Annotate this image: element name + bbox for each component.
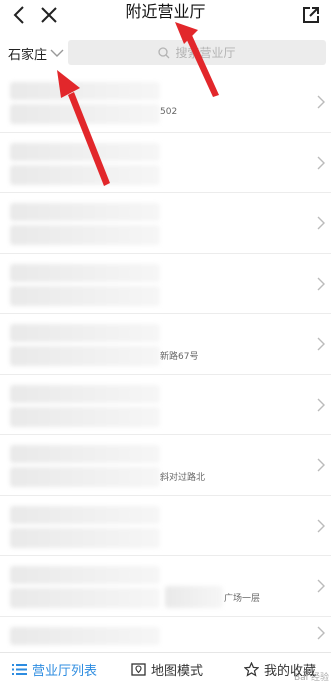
list-item[interactable] — [0, 193, 331, 254]
chevron-right-icon — [317, 518, 327, 534]
list-item[interactable]: 斜对过路北 — [0, 435, 331, 496]
search-placeholder: 搜索营业厅 — [175, 46, 236, 60]
chevron-right-icon — [317, 336, 327, 352]
blurred-name — [10, 324, 160, 342]
bottom-tab-bar: 营业厅列表 地图模式 我的收藏 — [0, 652, 331, 685]
blurred-name — [10, 142, 160, 161]
blurred-address — [10, 346, 160, 366]
address-fragment: 广场一层 — [224, 594, 261, 604]
list-item[interactable]: 502 — [0, 72, 331, 133]
blurred-address — [10, 527, 160, 548]
list-item[interactable]: 广场一层 — [0, 556, 331, 617]
list-icon — [12, 663, 27, 676]
chevron-right-icon — [317, 457, 327, 473]
blurred-name — [10, 626, 160, 645]
tab-map-mode[interactable]: 地图模式 — [131, 653, 203, 685]
search-row: 石家庄 搜索营业厅 — [0, 36, 331, 70]
page-title: 附近营业厅 — [125, 2, 206, 21]
blurred-address-extra — [165, 586, 223, 608]
list-item[interactable]: 新路67号 — [0, 314, 331, 375]
address-fragment: 新路67号 — [160, 352, 199, 362]
watermark: Bai 经验 — [293, 673, 329, 683]
blurred-name — [10, 505, 160, 524]
map-icon — [131, 662, 146, 677]
share-button[interactable] — [296, 0, 326, 30]
chevron-right-icon — [317, 625, 327, 641]
top-bar: 附近营业厅 — [0, 0, 331, 36]
list-item[interactable] — [0, 375, 331, 435]
branch-list: 502 新路67号 斜对过路北 广场一层 — [0, 72, 331, 657]
city-selector[interactable]: 石家庄 — [8, 42, 64, 64]
blurred-address — [10, 285, 160, 306]
list-item[interactable] — [0, 254, 331, 314]
blurred-name — [10, 203, 160, 221]
chevron-right-icon — [317, 94, 327, 110]
city-label: 石家庄 — [8, 47, 48, 63]
chevron-right-icon — [317, 397, 327, 413]
blurred-name — [10, 566, 160, 584]
search-input[interactable]: 搜索营业厅 — [68, 40, 326, 65]
blurred-name — [10, 263, 160, 282]
blurred-address — [10, 164, 160, 185]
chevron-down-icon — [50, 49, 64, 58]
address-fragment: 斜对过路北 — [160, 473, 206, 483]
chevron-right-icon — [317, 276, 327, 292]
blurred-address — [10, 104, 160, 124]
search-icon — [158, 46, 170, 58]
blurred-address — [10, 467, 160, 487]
list-item[interactable] — [0, 617, 331, 657]
chevron-right-icon — [317, 155, 327, 171]
share-icon — [303, 7, 319, 23]
tab-branch-list[interactable]: 营业厅列表 — [12, 653, 97, 685]
tab-label: 地图模式 — [151, 663, 204, 679]
blurred-address — [10, 406, 160, 427]
address-fragment: 502 — [160, 107, 178, 117]
list-item[interactable] — [0, 133, 331, 193]
star-icon — [244, 661, 259, 677]
blurred-address — [10, 588, 160, 608]
tab-label: 营业厅列表 — [32, 663, 98, 679]
list-item[interactable] — [0, 496, 331, 556]
chevron-right-icon — [317, 215, 327, 231]
chevron-right-icon — [317, 578, 327, 594]
blurred-name — [10, 445, 160, 463]
blurred-name — [10, 384, 160, 403]
blurred-address — [10, 225, 160, 245]
blurred-name — [10, 82, 160, 100]
